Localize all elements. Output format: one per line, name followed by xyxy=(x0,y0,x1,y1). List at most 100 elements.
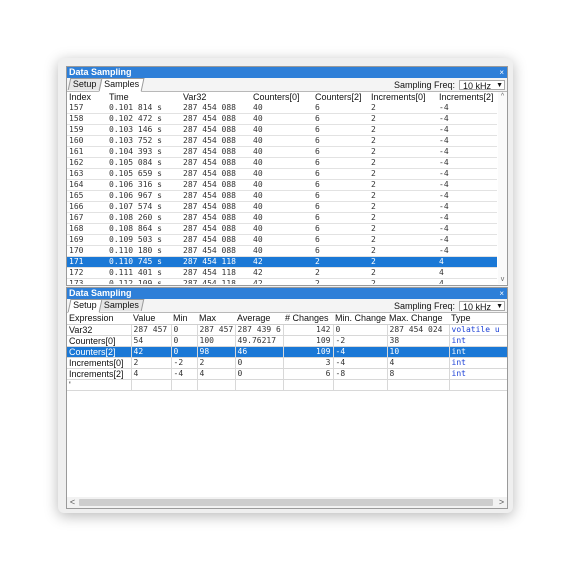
col-header-expression[interactable]: Expression xyxy=(67,313,131,325)
cell-c2: 6 xyxy=(313,135,369,147)
scroll-right-icon[interactable]: > xyxy=(496,497,507,508)
table-row[interactable]: 170 0.110 180 s 287 454 088 40 6 2 -4 xyxy=(67,245,497,257)
cell-expr[interactable]: ' xyxy=(67,379,132,391)
table-row[interactable]: 171 0.110 745 s 287 454 118 42 2 2 4 xyxy=(67,256,497,268)
table-row[interactable]: 165 0.106 967 s 287 454 088 40 6 2 -4 xyxy=(67,190,497,202)
table-row[interactable]: 159 0.103 146 s 287 454 088 40 6 2 -4 xyxy=(67,124,497,136)
cell-avg: 0 xyxy=(235,368,284,380)
col-header-increments0[interactable]: Increments[0] xyxy=(369,92,437,103)
scroll-left-icon[interactable]: < xyxy=(67,497,78,508)
cell-var32: 287 454 088 xyxy=(181,223,251,235)
tab-samples[interactable]: Samples xyxy=(98,78,145,92)
col-header-time[interactable]: Time xyxy=(107,92,181,103)
table-row[interactable]: 162 0.105 084 s 287 454 088 40 6 2 -4 xyxy=(67,157,497,169)
table-row[interactable]: 167 0.108 260 s 287 454 088 40 6 2 -4 xyxy=(67,212,497,224)
cell-index: 161 xyxy=(67,146,107,158)
table-row[interactable]: 157 0.101 814 s 287 454 088 40 6 2 -4 xyxy=(67,103,497,114)
col-header-value[interactable]: Value xyxy=(131,313,171,325)
cell-index: 172 xyxy=(67,267,107,279)
cell-c0: 42 xyxy=(251,267,313,279)
close-icon[interactable]: × xyxy=(499,288,504,299)
table-row[interactable]: 168 0.108 864 s 287 454 088 40 6 2 -4 xyxy=(67,223,497,235)
table-row[interactable]: 164 0.106 316 s 287 454 088 40 6 2 -4 xyxy=(67,179,497,191)
panel-title: Data Sampling xyxy=(69,288,132,298)
col-header-type[interactable]: Type xyxy=(449,313,507,325)
cell-c0: 40 xyxy=(251,103,313,114)
scroll-up-icon[interactable]: ^ xyxy=(498,92,507,101)
col-header-min-change[interactable]: Min. Change xyxy=(333,313,387,325)
col-header-changes[interactable]: # Changes xyxy=(283,313,333,325)
cell-index: 165 xyxy=(67,190,107,202)
cell-i0: 2 xyxy=(369,168,437,180)
col-header-increments2[interactable]: Increments[2] xyxy=(437,92,497,103)
cell-max: 4 xyxy=(197,368,236,380)
cell-var32: 287 454 088 xyxy=(181,212,251,224)
cell-c2: 6 xyxy=(313,245,369,257)
cell-c0: 40 xyxy=(251,190,313,202)
table-row[interactable]: 160 0.103 752 s 287 454 088 40 6 2 -4 xyxy=(67,135,497,147)
cell-expr[interactable]: Increments[2] xyxy=(67,368,132,380)
col-header-var32[interactable]: Var32 xyxy=(181,92,251,103)
table-row[interactable]: Counters[2] 42 0 98 46 109 -4 10 int xyxy=(67,346,507,358)
tab-samples[interactable]: Samples xyxy=(98,299,144,311)
cell-expr[interactable]: Increments[0] xyxy=(67,357,132,369)
cell-c0: 40 xyxy=(251,212,313,224)
cell-minch: -2 xyxy=(333,335,388,347)
table-row[interactable]: 163 0.105 659 s 287 454 088 40 6 2 -4 xyxy=(67,168,497,180)
cell-c2: 6 xyxy=(313,179,369,191)
col-header-average[interactable]: Average xyxy=(235,313,283,325)
tab-bar: Setup Samples Sampling Freq: 10 kHz ▼ xyxy=(67,299,507,313)
cell-var32: 287 454 088 xyxy=(181,157,251,169)
col-header-min[interactable]: Min xyxy=(171,313,197,325)
col-header-counters0[interactable]: Counters[0] xyxy=(251,92,313,103)
cell-time: 0.105 659 s xyxy=(107,168,181,180)
col-header-counters2[interactable]: Counters[2] xyxy=(313,92,369,103)
vertical-scrollbar[interactable]: ^ v xyxy=(498,92,507,284)
table-row[interactable]: 166 0.107 574 s 287 454 088 40 6 2 -4 xyxy=(67,201,497,213)
cell-time: 0.110 180 s xyxy=(107,245,181,257)
cell-var32: 287 454 088 xyxy=(181,135,251,147)
scrollbar-thumb[interactable] xyxy=(79,499,493,506)
col-header-index[interactable]: Index xyxy=(67,92,107,103)
tab-setup[interactable]: Setup xyxy=(67,78,102,90)
tab-setup[interactable]: Setup xyxy=(67,299,103,313)
col-header-max-change[interactable]: Max. Change xyxy=(387,313,449,325)
table-row[interactable]: Var32287 457 00287 457287 439 61420287 4… xyxy=(67,324,507,336)
cell-expr[interactable]: Var32 xyxy=(67,324,132,336)
cell-i2: -4 xyxy=(437,146,497,158)
table-row[interactable]: Increments[0] 2 -2 2 0 3 -4 4 int xyxy=(67,357,507,369)
panel-titlebar[interactable]: Data Sampling × xyxy=(67,288,507,299)
data-sampling-samples-panel: Data Sampling × Setup Samples Sampling F… xyxy=(66,66,508,286)
cell-i0: 2 xyxy=(369,234,437,246)
cell-c2: 6 xyxy=(313,113,369,125)
close-icon[interactable]: × xyxy=(499,67,504,78)
cell-var32: 287 454 088 xyxy=(181,179,251,191)
cell-c0: 40 xyxy=(251,179,313,191)
cell-max: 287 457 xyxy=(197,324,236,336)
table-row[interactable]: 158 0.102 472 s 287 454 088 40 6 2 -4 xyxy=(67,113,497,125)
cell-min xyxy=(171,379,198,391)
table-row[interactable]: 161 0.104 393 s 287 454 088 40 6 2 -4 xyxy=(67,146,497,158)
panel-titlebar[interactable]: Data Sampling × xyxy=(67,67,507,78)
cell-c2: 6 xyxy=(313,124,369,136)
table-row[interactable]: Counters[0] 54 0 100 49.76217 109 -2 38 int xyxy=(67,335,507,347)
col-header-max[interactable]: Max xyxy=(197,313,235,325)
cell-expr[interactable]: Counters[2] xyxy=(67,346,132,358)
table-row[interactable]: ' xyxy=(67,379,507,391)
table-row[interactable]: 172 0.111 401 s 287 454 118 42 2 2 4 xyxy=(67,267,497,279)
table-row[interactable]: Increments[2] 4 -4 4 0 6 -8 8 int xyxy=(67,368,507,380)
cell-expr[interactable]: Counters[0] xyxy=(67,335,132,347)
cell-max: 2 xyxy=(197,357,236,369)
table-row[interactable]: 173 0.112 109 s 287 454 118 42 2 2 4 xyxy=(67,278,497,284)
cell-minch: -8 xyxy=(333,368,388,380)
table-row[interactable]: 169 0.109 503 s 287 454 088 40 6 2 -4 xyxy=(67,234,497,246)
sampling-freq-select[interactable]: 10 kHz ▼ xyxy=(459,79,505,91)
horizontal-scrollbar[interactable]: < > xyxy=(67,497,507,508)
cell-minch: -4 xyxy=(333,357,388,369)
cell-value xyxy=(131,379,172,391)
sampling-freq-select[interactable]: 10 kHz ▼ xyxy=(459,300,505,312)
cell-index: 160 xyxy=(67,135,107,147)
scroll-down-icon[interactable]: v xyxy=(498,275,507,284)
cell-max: 98 xyxy=(197,346,236,358)
cell-time: 0.101 814 s xyxy=(107,103,181,114)
